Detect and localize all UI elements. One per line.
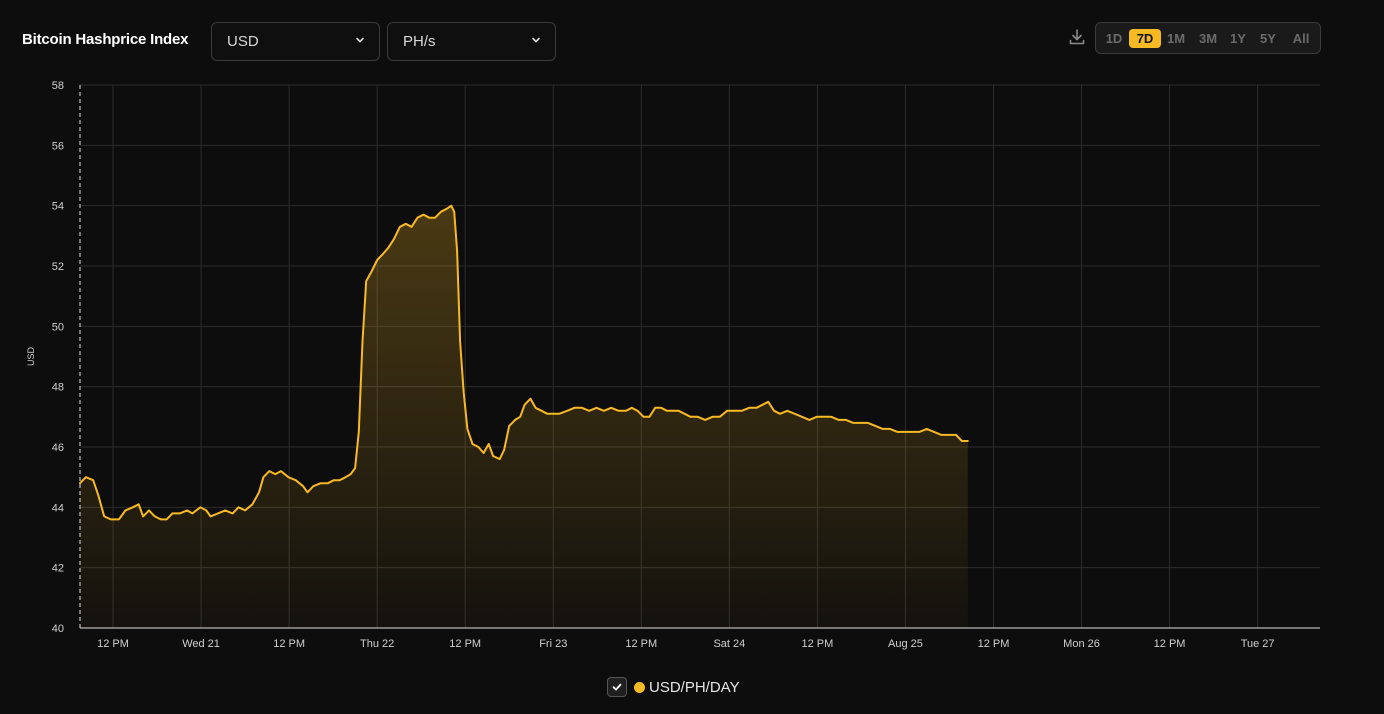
y-tick-label: 54	[52, 201, 64, 213]
legend-checkbox[interactable]	[607, 677, 627, 697]
x-tick-label: Tue 27	[1241, 638, 1275, 650]
y-axis-label: USD	[26, 347, 36, 367]
chart-legend: USD/PH/DAY	[607, 676, 740, 698]
y-tick-label: 46	[52, 442, 64, 454]
y-tick-label: 48	[52, 382, 64, 394]
x-tick-label: Sat 24	[713, 638, 745, 650]
x-tick-label: 12 PM	[449, 638, 481, 650]
x-tick-label: Mon 26	[1063, 638, 1100, 650]
x-tick-label: 12 PM	[97, 638, 129, 650]
y-tick-label: 42	[52, 563, 64, 575]
x-tick-label: 12 PM	[978, 638, 1010, 650]
x-tick-label: Aug 25	[888, 638, 923, 650]
x-tick-label: 12 PM	[273, 638, 305, 650]
x-tick-label: 12 PM	[1154, 638, 1186, 650]
hashprice-chart: 40 42 44 46 48 50 52 54 56 58 12 PM Wed 21 12 PM Thu …	[26, 80, 1320, 650]
check-icon	[612, 683, 622, 691]
series-area	[80, 205, 968, 628]
x-tick-label: Thu 22	[360, 638, 394, 650]
y-tick-label: 40	[52, 623, 64, 635]
legend-label: USD/PH/DAY	[649, 678, 740, 696]
x-tick-label: Fri 23	[539, 638, 567, 650]
y-tick-label: 52	[52, 261, 64, 273]
y-tick-label: 56	[52, 140, 64, 152]
x-tick-label: 12 PM	[625, 638, 657, 650]
x-tick-label: 12 PM	[801, 638, 833, 650]
y-tick-label: 58	[52, 80, 64, 92]
y-tick-label: 44	[52, 502, 64, 514]
y-tick-label: 50	[52, 321, 64, 333]
legend-color-dot	[634, 681, 645, 693]
x-tick-label: Wed 21	[182, 638, 220, 650]
